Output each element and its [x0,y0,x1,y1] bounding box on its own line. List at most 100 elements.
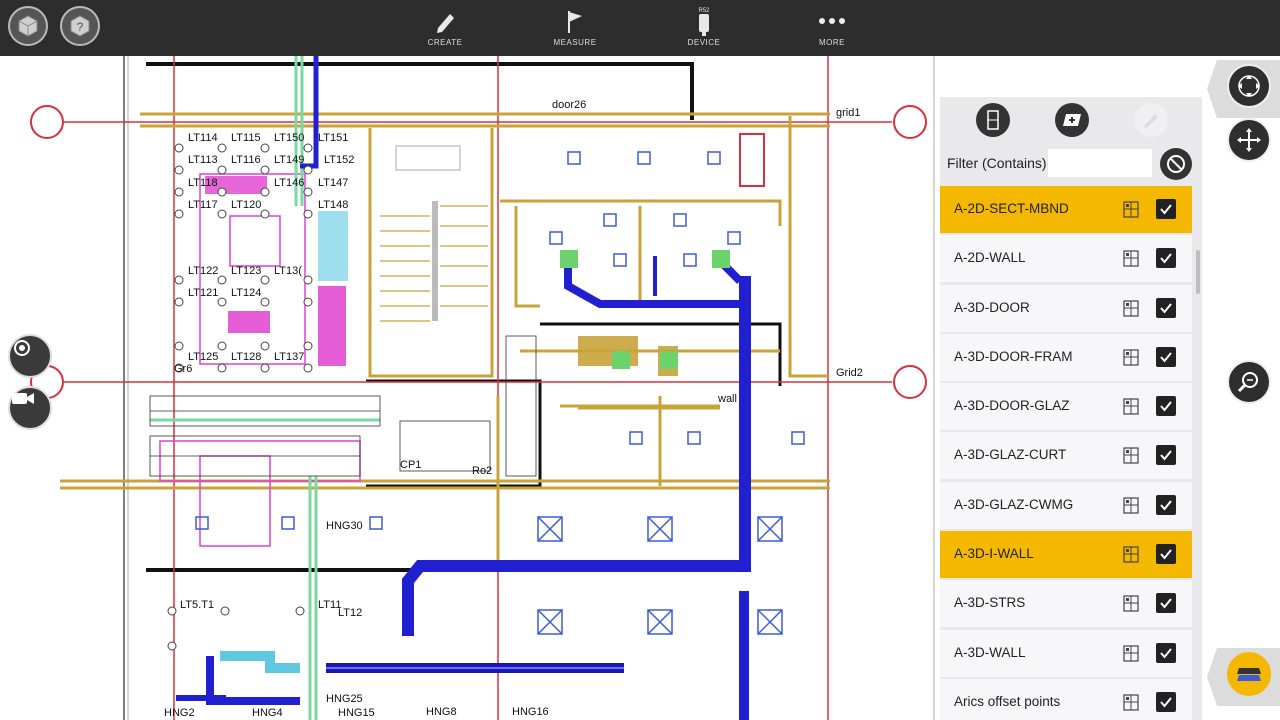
video-camera-button[interactable] [8,386,52,430]
layer-properties-icon[interactable] [1123,349,1139,366]
layer-row[interactable]: A-3D-WALL [940,629,1192,677]
layers-icon [1237,668,1261,681]
layer-name: A-3D-GLAZ-CWMG [954,496,1074,512]
label-gr6: Gr6 [174,363,192,375]
label-lt5t1: LT5.T1 [180,599,214,611]
pan-button[interactable] [1227,118,1271,162]
layer-properties-icon[interactable] [1123,595,1139,612]
layer-visibility-checkbox[interactable] [1156,544,1176,565]
layer-properties-icon[interactable] [1123,447,1139,465]
label-lt146: LT146 [274,177,304,189]
label-lt150: LT150 [274,132,304,144]
layer-properties-icon[interactable] [1123,250,1139,267]
checkmark-icon [1160,648,1172,659]
navigation-tab [1205,56,1280,122]
label-hng4: HNG4 [252,707,283,719]
layer-list-scrollbar[interactable] [1196,250,1200,294]
orbit-icon [1238,75,1260,97]
layer-add-button[interactable] [1055,103,1089,137]
layer-edit-icon [1144,114,1158,128]
layer-row[interactable]: A-3D-DOOR-FRAM [940,333,1192,381]
layer-properties-icon[interactable] [1123,546,1139,563]
layer-row[interactable]: A-3D-DOOR-GLAZ [940,383,1192,431]
create-tool[interactable]: CREATE [410,6,480,47]
layer-row[interactable]: A-3D-GLAZ-CURT [940,432,1192,480]
layers-toggle-button[interactable] [1227,652,1271,696]
drawing-canvas[interactable]: LT114 LT115 LT150 LT151 LT113 LT116 LT14… [0,56,938,720]
label-lt12: LT12 [338,607,362,619]
layer-properties-icon[interactable] [1123,299,1139,317]
target-icon [14,340,30,356]
more-label: MORE [819,38,845,47]
label-lt122: LT122 [188,265,218,277]
more-tool[interactable]: MORE [797,6,867,47]
clear-filter-button[interactable] [1160,148,1192,180]
label-lt151: LT151 [318,132,348,144]
video-camera-icon [12,393,34,404]
filter-row: Filter (Contains) [940,145,1202,183]
layer-add-icon [1063,114,1081,126]
layer-visibility-checkbox[interactable] [1156,494,1176,515]
layer-name: A-3D-WALL [954,644,1026,660]
layer-edit-button[interactable] [1134,103,1168,137]
device-tool[interactable]: R52 DEVICE [669,6,739,47]
checkmark-icon [1160,401,1172,412]
layer-row[interactable]: A-3D-STRS [940,580,1192,628]
layer-visibility-checkbox[interactable] [1156,691,1176,712]
label-lt147: LT147 [318,177,348,189]
floor-plan: LT114 LT115 LT150 LT151 LT113 LT116 LT14… [30,56,935,720]
layer-row[interactable]: A-3D-DOOR [940,284,1192,332]
checkmark-icon [1160,302,1172,314]
checkmark-icon [1160,204,1172,215]
layer-row[interactable]: A-2D-SECT-MBND [940,186,1192,233]
filter-input[interactable] [1048,149,1152,177]
label-hng25: HNG25 [326,693,363,705]
label-hng30: HNG30 [326,520,363,532]
layer-row[interactable]: Arics offset points [940,678,1192,720]
label-lt125: LT125 [188,351,218,363]
layer-visibility-checkbox[interactable] [1156,445,1176,466]
camera-target-button[interactable] [8,334,52,378]
label-hng15: HNG15 [338,707,375,719]
layer-visibility-checkbox[interactable] [1156,642,1176,663]
layer-visibility-checkbox[interactable] [1156,297,1176,318]
layer-name: A-3D-DOOR-FRAM [954,348,1073,364]
layer-properties-icon[interactable] [1123,497,1139,514]
filter-label: Filter (Contains) [947,155,1047,171]
layer-name: A-3D-DOOR-GLAZ [954,398,1070,414]
layer-visibility-checkbox[interactable] [1156,396,1176,417]
cube-help-button[interactable]: ? [60,6,100,46]
device-badge: R52 [698,8,710,14]
cube-view-button[interactable] [8,6,48,46]
layer-row[interactable]: A-3D-I-WALL [940,531,1192,579]
label-lt152: LT152 [324,154,354,166]
label-hng2: HNG2 [164,707,195,719]
pan-icon [1237,128,1261,152]
layer-visibility-checkbox[interactable] [1156,248,1176,269]
layer-visibility-checkbox[interactable] [1156,346,1176,367]
layer-row[interactable]: A-3D-GLAZ-CWMG [940,481,1192,529]
layer-properties-icon[interactable] [1123,645,1139,662]
label-hng8: HNG8 [426,706,457,718]
layer-properties-icon[interactable] [1123,398,1139,415]
measure-tool[interactable]: MEASURE [540,6,610,47]
layer-visibility-checkbox[interactable] [1156,199,1176,219]
layer-visibility-checkbox[interactable] [1156,593,1176,614]
layer-row[interactable]: A-2D-WALL [940,235,1192,283]
label-lt116: LT116 [231,154,261,166]
checkmark-icon [1160,450,1172,462]
layer-name: A-3D-DOOR [954,299,1030,315]
layer-name: Arics offset points [954,693,1061,709]
checkmark-icon [1160,697,1172,708]
layer-properties-icon[interactable] [1123,201,1139,218]
orbit-button[interactable] [1227,64,1271,108]
layer-properties-icon[interactable] [1123,694,1139,711]
label-lt121: LT121 [188,287,218,299]
label-lt118: LT118 [188,177,218,189]
label-lt123: LT123 [231,265,261,277]
label-grid1: grid1 [836,107,860,119]
layer-view-button[interactable] [976,103,1010,137]
layer-panel: Filter (Contains) A-2D-SECT-MBND A-2D-WAL… [940,97,1202,720]
zoom-button[interactable] [1227,360,1271,404]
label-lt114: LT114 [188,132,218,144]
